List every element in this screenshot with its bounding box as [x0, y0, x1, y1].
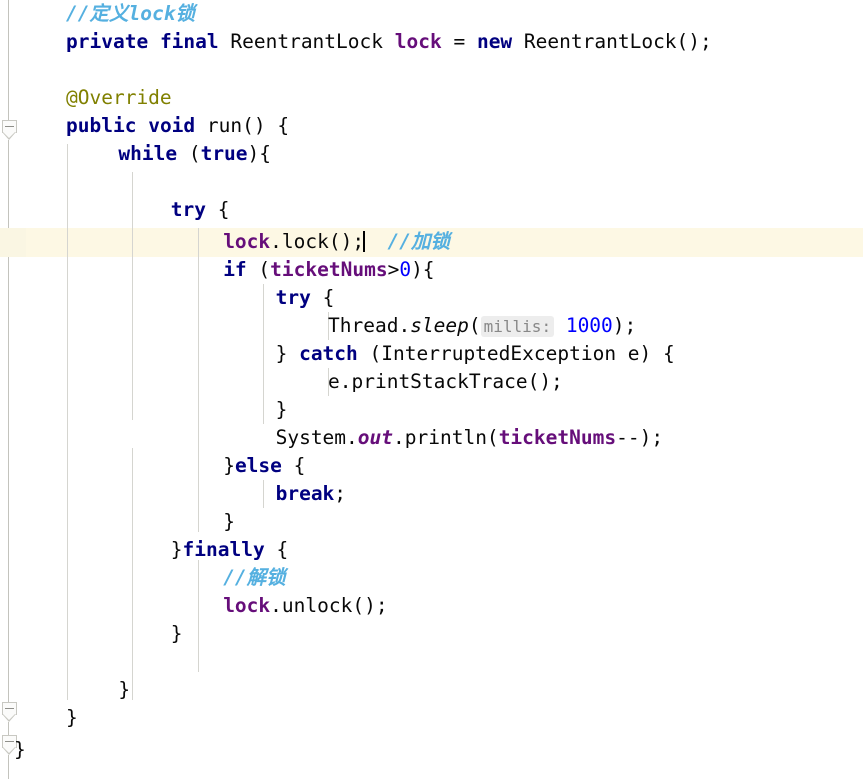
token-text: {: [310, 286, 335, 309]
token-text: ;: [334, 482, 347, 505]
token-text: }: [223, 454, 235, 477]
code-line[interactable]: private final ReentrantLock lock = new R…: [66, 28, 712, 56]
token-text: .println(: [393, 426, 499, 449]
token-text: }: [170, 538, 183, 561]
code-line[interactable]: try {: [171, 196, 230, 224]
token-keyword: final: [159, 30, 219, 53]
token-field: ticketNums: [270, 258, 388, 281]
token-text: }: [223, 510, 235, 533]
code-line[interactable]: }: [223, 508, 235, 536]
code-line[interactable]: break;: [276, 480, 346, 508]
indent-guide: [198, 228, 199, 532]
token-text: .unlock();: [270, 594, 388, 617]
code-line[interactable]: if (ticketNums>0){: [223, 256, 434, 284]
token-keyword: try: [275, 286, 311, 309]
token-text: {: [206, 198, 230, 221]
code-line[interactable]: }: [14, 736, 26, 764]
token-field: lock: [223, 230, 271, 253]
indent-guide: [67, 144, 68, 700]
indent-guide: [132, 172, 133, 420]
token-text: ReentrantLock: [218, 30, 395, 53]
token-number: 1000: [565, 314, 613, 337]
token-keyword: public: [66, 114, 137, 137]
code-line[interactable]: }: [171, 620, 183, 648]
token-text: ReentrantLock();: [512, 30, 712, 53]
token-comment: //解锁: [223, 566, 286, 589]
token-keyword: break: [275, 482, 335, 505]
token-comment: //加锁: [364, 230, 451, 253]
code-line[interactable]: public void run() {: [66, 112, 289, 140]
token-text: }: [118, 678, 131, 701]
token-text: }: [14, 738, 26, 761]
token-text: ){: [247, 142, 272, 165]
token-text: ){: [411, 258, 435, 281]
token-keyword: finally: [182, 538, 265, 561]
token-field: lock: [394, 30, 442, 53]
token-text: }: [275, 342, 300, 365]
code-line[interactable]: }finally {: [171, 536, 288, 564]
code-line[interactable]: System.out.println(ticketNums--);: [276, 424, 663, 452]
token-text: );: [612, 314, 637, 337]
code-line[interactable]: Thread.sleep(millis: 1000);: [328, 312, 636, 340]
caret-line-gutter-highlight: [0, 228, 26, 257]
token-keyword: void: [148, 114, 196, 137]
indent-guide: [263, 284, 264, 424]
code-line[interactable]: while (true){: [118, 140, 271, 168]
token-keyword: catch: [299, 342, 358, 365]
token-keyword: try: [170, 198, 207, 221]
token-keyword: while: [118, 142, 178, 165]
code-line[interactable]: }else {: [223, 452, 305, 480]
token-keyword: else: [234, 454, 282, 477]
code-line[interactable]: }: [276, 396, 288, 424]
token-text: }: [170, 622, 183, 645]
code-editor[interactable]: //定义lock锁 private final ReentrantLock loc…: [0, 0, 863, 779]
code-surface[interactable]: //定义lock锁 private final ReentrantLock loc…: [0, 0, 863, 779]
token-text: (: [246, 258, 271, 281]
token-text: =: [441, 30, 477, 53]
token-text: run() {: [195, 114, 290, 137]
code-line[interactable]: }: [118, 676, 130, 704]
token-text: }: [66, 706, 78, 729]
token-text: {: [264, 538, 289, 561]
token-text: (InterruptedException e) {: [357, 342, 675, 365]
token-text: .lock();: [270, 230, 365, 253]
token-text: {: [281, 454, 306, 477]
code-line[interactable]: lock.unlock();: [223, 592, 387, 620]
indent-guide: [263, 480, 264, 508]
token-text: e.printStackTrace();: [328, 370, 563, 393]
code-line[interactable]: try {: [276, 284, 335, 312]
code-line[interactable]: } catch (InterruptedException e) {: [276, 340, 675, 368]
token-field: lock: [223, 594, 271, 617]
token-text: (: [468, 314, 481, 337]
token-text: }: [275, 398, 288, 421]
code-line[interactable]: e.printStackTrace();: [328, 368, 563, 396]
token-keyword: if: [223, 258, 247, 281]
code-line[interactable]: }: [66, 704, 78, 732]
inlay-parameter-hint: millis:: [480, 316, 555, 337]
token-field: ticketNums: [498, 426, 617, 449]
indent-guide: [198, 560, 199, 672]
token-text: (: [177, 142, 201, 165]
token-comment: //定义lock锁: [66, 2, 195, 25]
token-annotation: @Override: [66, 86, 172, 109]
code-line[interactable]: lock.lock(); //加锁: [223, 228, 450, 256]
token-keyword: new: [476, 30, 513, 53]
code-line[interactable]: //解锁: [223, 564, 285, 592]
token-text: Thread.: [328, 314, 411, 337]
token-text: System.: [275, 426, 358, 449]
token-keyword: private: [66, 30, 149, 53]
indent-guide: [132, 448, 133, 700]
token-number: 0: [399, 258, 412, 281]
token-static-method: sleep: [410, 314, 469, 337]
token-text: >: [387, 258, 400, 281]
code-line[interactable]: @Override: [66, 84, 172, 112]
token-static-field: out: [357, 426, 394, 449]
code-line[interactable]: //定义lock锁: [66, 0, 195, 28]
token-text: --);: [616, 426, 664, 449]
token-keyword: true: [200, 142, 248, 165]
